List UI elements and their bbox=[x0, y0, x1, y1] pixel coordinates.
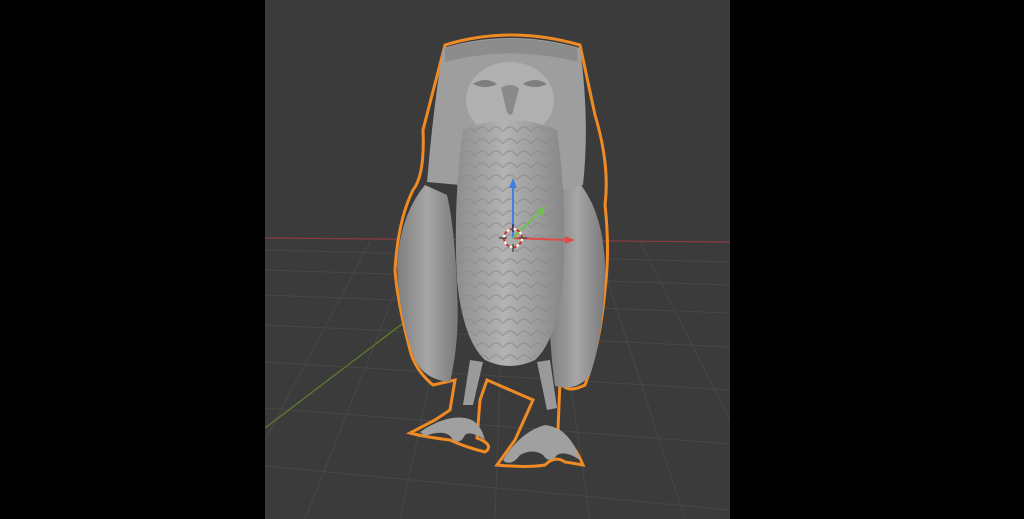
letterbox-left bbox=[0, 0, 265, 519]
screen bbox=[0, 0, 1024, 519]
falcon-model[interactable] bbox=[393, 33, 609, 468]
3d-viewport[interactable] bbox=[265, 0, 730, 519]
viewport-canvas[interactable] bbox=[265, 0, 730, 519]
letterbox-right bbox=[730, 0, 1024, 519]
